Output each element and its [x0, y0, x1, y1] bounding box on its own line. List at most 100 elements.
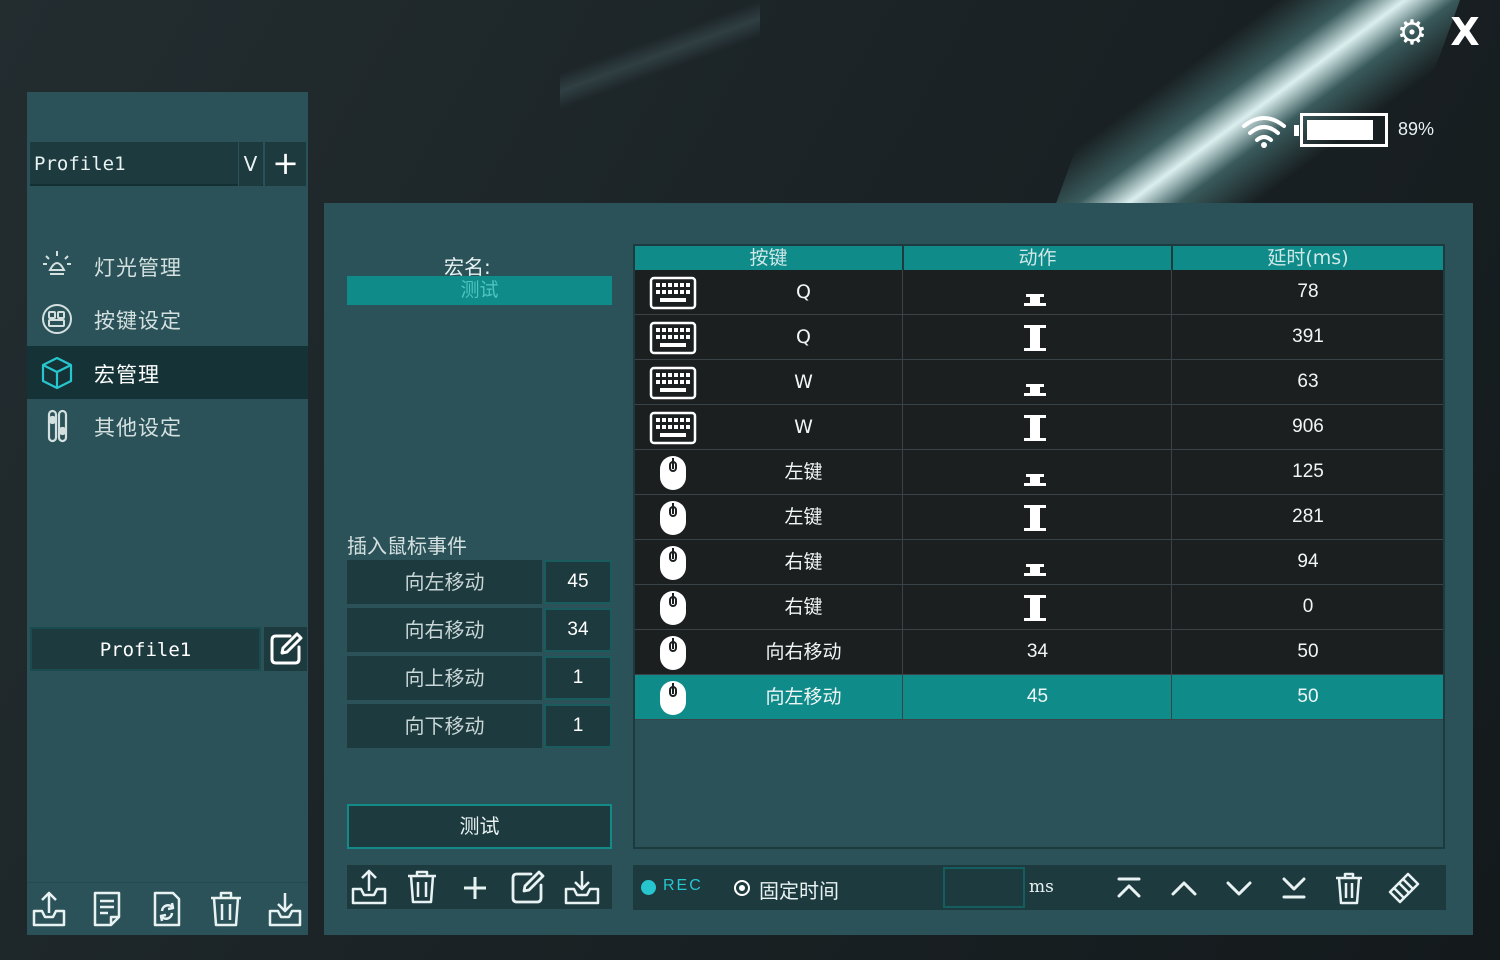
trash-icon[interactable] [204, 887, 248, 931]
move-left-button[interactable]: 向左移动 [347, 560, 542, 604]
battery-level [1307, 120, 1373, 140]
export-icon[interactable] [347, 867, 391, 907]
macro-name-field[interactable]: 测试 [347, 276, 612, 305]
keyboard-icon [649, 321, 697, 355]
key-release-icon [1024, 384, 1046, 396]
move-down-icon[interactable] [1221, 870, 1257, 906]
cell-divider [1171, 495, 1172, 539]
header-delay: 延时(ms) [1267, 247, 1349, 269]
key-press-icon [1024, 595, 1046, 621]
move-down-value[interactable]: 1 [544, 704, 612, 748]
trash-icon[interactable] [1331, 870, 1367, 906]
sidebar-toolbar [27, 882, 308, 935]
nav-item-keys[interactable]: 按键设定 [27, 292, 308, 345]
trash-icon[interactable] [400, 867, 444, 907]
sidebar: Profile1 V + 灯光管理 按键设定 宏管理 其他设定 Profile1 [27, 92, 308, 935]
nav-item-macro[interactable]: 宏管理 [27, 346, 308, 399]
table-row[interactable]: 向左移动 45 50 [635, 675, 1443, 720]
plus-icon[interactable] [453, 867, 497, 907]
refresh-file-icon[interactable] [145, 887, 189, 931]
move-down-button[interactable]: 向下移动 [347, 704, 542, 748]
fixed-time-label[interactable]: 固定时间 [759, 875, 839, 904]
record-dot-icon[interactable] [641, 880, 656, 895]
mouse-icon [660, 456, 686, 490]
notes-icon[interactable] [86, 887, 130, 931]
table-row[interactable]: 向右移动 34 50 [635, 630, 1443, 675]
cell-divider [902, 405, 903, 449]
clear-icon[interactable] [1386, 870, 1422, 906]
cell-key: Q [796, 281, 811, 303]
mouse-icon [660, 501, 686, 535]
header-key: 按键 [749, 247, 788, 269]
profile-select[interactable]: Profile1 [30, 142, 263, 186]
profile-dropdown-button[interactable]: V [238, 142, 262, 186]
light-bulb-icon [43, 251, 71, 275]
profile-select-value: Profile1 [34, 153, 126, 175]
table-row[interactable]: W 906 [635, 405, 1443, 450]
nav-label-keys: 按键设定 [94, 309, 182, 333]
move-up-value[interactable]: 1 [544, 656, 612, 700]
cell-divider [1171, 540, 1172, 584]
move-bottom-icon[interactable] [1276, 870, 1312, 906]
battery-indicator [1294, 113, 1388, 147]
fixed-time-radio[interactable] [734, 880, 750, 896]
move-up-button[interactable]: 向上移动 [347, 656, 542, 700]
key-release-icon [1024, 564, 1046, 576]
table-row[interactable]: 左键 125 [635, 450, 1443, 495]
table-row[interactable]: Q 391 [635, 315, 1443, 360]
key-press-icon [1024, 325, 1046, 351]
import-icon[interactable] [263, 887, 307, 931]
macro-panel: 宏名: 测试 插入鼠标事件 向左移动 45 向右移动 34 向上移动 1 向下移… [324, 203, 1473, 935]
cell-divider [1171, 630, 1172, 674]
cell-key: 右键 [784, 596, 823, 618]
fixed-time-input[interactable] [943, 867, 1025, 908]
cell-delay: 78 [1297, 281, 1319, 302]
gear-icon[interactable]: ⚙ [1393, 14, 1431, 52]
key-release-icon [1024, 294, 1046, 306]
cell-delay: 391 [1292, 326, 1324, 347]
table-row[interactable]: Q 78 [635, 270, 1443, 315]
cell-delay: 281 [1292, 506, 1324, 527]
edit-profile-button[interactable] [264, 627, 307, 671]
cell-delay: 50 [1297, 641, 1319, 662]
table-row[interactable]: 右键 0 [635, 585, 1443, 630]
cell-divider [902, 585, 903, 629]
record-label[interactable]: REC [663, 877, 703, 895]
move-left-value[interactable]: 45 [544, 560, 612, 604]
key-press-icon [1024, 505, 1046, 531]
move-right-button[interactable]: 向右移动 [347, 608, 542, 652]
key-release-icon [1024, 474, 1046, 486]
profile-name-field[interactable]: Profile1 [30, 627, 261, 671]
edit-icon[interactable] [506, 867, 550, 907]
battery-percent: 89% [1398, 119, 1435, 139]
table-row[interactable]: 右键 94 [635, 540, 1443, 585]
cell-key: Q [796, 326, 811, 348]
move-top-icon[interactable] [1111, 870, 1147, 906]
import-icon[interactable] [560, 867, 604, 907]
cell-key: W [794, 371, 813, 393]
cell-divider [902, 675, 903, 719]
record-toolbar: REC 固定时间 ms [633, 865, 1446, 910]
move-up-icon[interactable] [1166, 870, 1202, 906]
cell-delay: 63 [1297, 371, 1319, 392]
keyboard-icon [649, 276, 697, 310]
close-button[interactable]: X [1446, 12, 1484, 52]
cell-divider [902, 315, 903, 359]
test-button[interactable]: 测试 [347, 804, 612, 849]
cell-action: 45 [1026, 686, 1049, 707]
table-row[interactable]: 左键 281 [635, 495, 1443, 540]
export-icon[interactable] [27, 887, 71, 931]
cell-divider [1171, 270, 1172, 314]
nav-label-macro: 宏管理 [94, 363, 160, 387]
edit-icon [270, 632, 303, 665]
table-row[interactable]: W 63 [635, 360, 1443, 405]
cube-icon [41, 356, 73, 390]
wifi-icon [1242, 116, 1286, 148]
cell-key: 向右移动 [765, 641, 842, 663]
add-profile-button[interactable]: + [265, 142, 306, 186]
move-right-value[interactable]: 34 [544, 608, 612, 652]
mouse-icon [660, 546, 686, 580]
nav-item-other[interactable]: 其他设定 [27, 399, 308, 452]
nav-item-lighting[interactable]: 灯光管理 [27, 239, 308, 292]
mouse-icon [660, 636, 686, 670]
